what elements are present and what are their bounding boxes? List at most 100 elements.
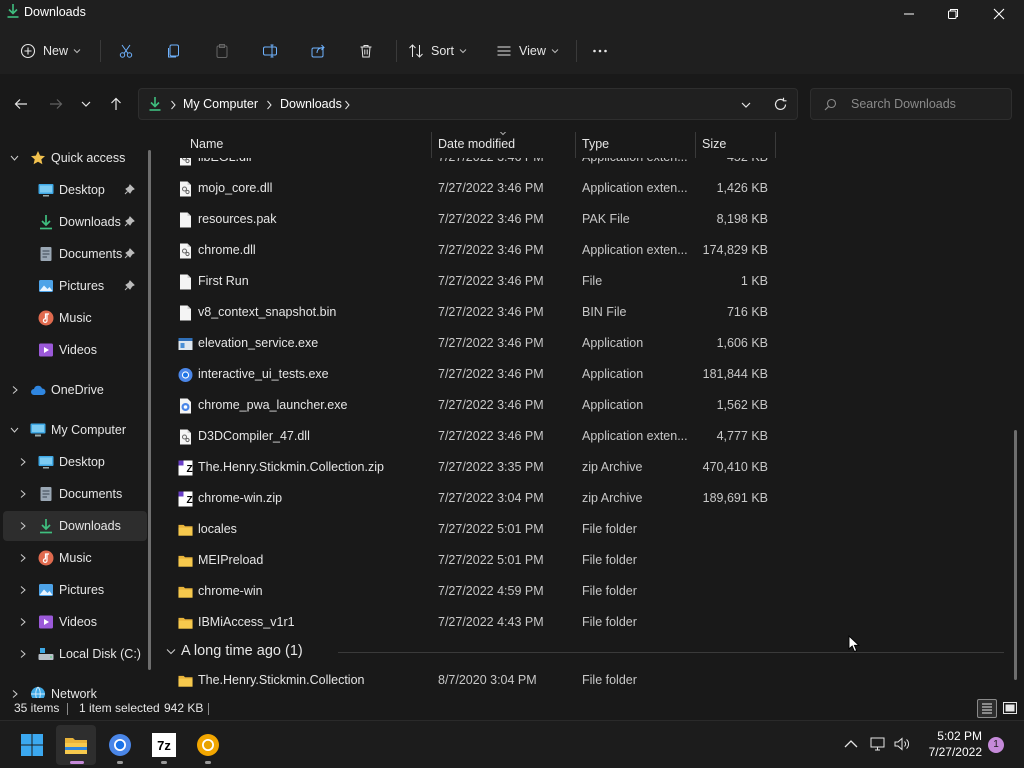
nav-quick-documents[interactable]: Documents (0, 239, 150, 269)
chevron-down-icon (459, 49, 467, 54)
column-divider[interactable] (431, 132, 432, 158)
file-row[interactable]: MEIPreload 7/27/2022 5:01 PM File folder (158, 545, 778, 576)
file-date-modified: 7/27/2022 3:46 PM (438, 305, 544, 319)
sidebar-scrollbar[interactable] (148, 150, 151, 670)
chevron-right-icon (20, 490, 26, 498)
chevron-down-icon[interactable] (739, 98, 753, 112)
share-button[interactable] (310, 36, 326, 66)
cut-button[interactable] (118, 36, 134, 66)
nav-label: Local Disk (C:) (59, 647, 141, 661)
restore-icon (948, 9, 958, 19)
file-date-modified: 7/27/2022 3:46 PM (438, 429, 544, 443)
paste-button[interactable] (214, 36, 230, 66)
copy-button[interactable] (166, 36, 182, 66)
column-type[interactable]: Type (582, 137, 609, 151)
restore-button[interactable] (930, 0, 976, 28)
file-row[interactable]: mojo_core.dll 7/27/2022 3:46 PM Applicatio… (158, 173, 778, 204)
taskbar-7zip[interactable]: 7z (144, 725, 184, 765)
taskbar-file-explorer[interactable] (56, 725, 96, 765)
clock-time[interactable]: 5:02 PM (920, 729, 982, 743)
file-row[interactable]: IBMiAccess_v1r1 7/27/2022 4:43 PM File fol… (158, 607, 778, 638)
file-date-modified: 7/27/2022 3:46 PM (438, 274, 544, 288)
taskbar-chromium[interactable] (100, 725, 140, 765)
search-input[interactable]: Search Downloads (851, 97, 956, 111)
chevron-up-icon[interactable] (842, 735, 860, 753)
column-date-modified[interactable]: Date modified (438, 137, 515, 151)
nav-pc-music[interactable]: Music (0, 543, 150, 573)
nav-quick-music[interactable]: Music (0, 303, 150, 333)
network-status-icon[interactable] (869, 735, 887, 753)
column-size[interactable]: Size (702, 137, 726, 151)
volume-icon[interactable] (893, 735, 911, 753)
column-name[interactable]: Name (190, 137, 223, 151)
nav-quick-videos[interactable]: Videos (0, 335, 150, 365)
address-bar[interactable]: My Computer Downloads (138, 88, 798, 120)
file-row[interactable]: elevation_service.exe 7/27/2022 3:46 PM Ap… (158, 328, 778, 359)
nav-onedrive[interactable]: OneDrive (0, 375, 150, 405)
column-divider[interactable] (695, 132, 696, 158)
nav-label: OneDrive (51, 383, 104, 397)
file-row[interactable]: First Run 7/27/2022 3:46 PM File 1 KB (158, 266, 778, 297)
nav-quick-desktop[interactable]: Desktop (0, 175, 150, 205)
file-row[interactable]: chrome-win 7/27/2022 4:59 PM File folder (158, 576, 778, 607)
nav-my-computer[interactable]: My Computer (0, 415, 150, 445)
file-row[interactable]: locales 7/27/2022 5:01 PM File folder (158, 514, 778, 545)
minimize-button[interactable] (886, 0, 932, 28)
breadcrumb-downloads[interactable]: Downloads (280, 97, 342, 111)
trash-icon (360, 45, 372, 58)
file-row[interactable]: D3DCompiler_47.dll 7/27/2022 3:46 PM Appli… (158, 421, 778, 452)
nav-pc-documents[interactable]: Documents (0, 479, 150, 509)
nav-pc-pictures[interactable]: Pictures (0, 575, 150, 605)
chromium-icon (178, 367, 193, 383)
pin-icon (124, 280, 135, 291)
view-label: View (519, 44, 546, 58)
nav-quick-pictures[interactable]: Pictures (0, 271, 150, 301)
file-row[interactable]: Z The.Henry.Stickmin.Collection.zip 7/27/2… (158, 452, 778, 483)
more-options-button[interactable] (592, 36, 608, 66)
file-row[interactable]: interactive_ui_tests.exe 7/27/2022 3:46 P… (158, 359, 778, 390)
nav-quick-access[interactable]: Quick access (0, 143, 150, 173)
notification-badge[interactable]: 1 (988, 737, 1004, 753)
file-row[interactable]: v8_context_snapshot.bin 7/27/2022 3:46 PM… (158, 297, 778, 328)
file-row[interactable]: chrome.dll 7/27/2022 3:46 PM Application e… (158, 235, 778, 266)
taskbar: 7z 5:02 PM 7/27/2022 1 (0, 720, 1024, 768)
search-box[interactable]: Search Downloads (810, 88, 1012, 120)
file-row[interactable]: chrome_pwa_launcher.exe 7/27/2022 3:46 PM… (158, 390, 778, 421)
nav-pc-downloads[interactable]: Downloads (3, 511, 147, 541)
file-type: File folder (582, 584, 637, 598)
tiles-view-button[interactable] (1001, 699, 1019, 718)
file-icon (178, 305, 193, 321)
close-button[interactable] (976, 0, 1022, 28)
nav-network[interactable]: Network (0, 679, 150, 698)
file-row[interactable]: resources.pak 7/27/2022 3:46 PM PAK File 8,… (158, 204, 778, 235)
chrome-canary-icon (197, 734, 219, 756)
file-row[interactable]: Zchrome-win.zip 7/27/2022 3:04 PM zip Arch… (158, 483, 778, 514)
sort-button[interactable]: Sort (408, 36, 467, 66)
rename-button[interactable] (262, 36, 278, 66)
back-button[interactable] (9, 92, 33, 116)
file-list-scrollbar[interactable] (1014, 430, 1017, 680)
breadcrumb-my-computer[interactable]: My Computer (183, 97, 258, 111)
refresh-icon[interactable] (773, 97, 788, 112)
file-row[interactable]: The.Henry.Stickmin.Collection 8/7/2020 3:… (158, 665, 778, 696)
details-view-button[interactable] (977, 699, 997, 718)
taskbar-chrome-canary[interactable] (188, 725, 228, 765)
column-divider[interactable] (575, 132, 576, 158)
forward-button[interactable] (44, 92, 68, 116)
column-divider[interactable] (775, 132, 776, 158)
new-button[interactable]: New (20, 36, 81, 66)
clock-date[interactable]: 7/27/2022 (920, 745, 982, 759)
nav-pc-videos[interactable]: Videos (0, 607, 150, 637)
nav-pc-local-disk[interactable]: Local Disk (C:) (0, 639, 150, 669)
copy-icon (168, 44, 179, 58)
nav-pc-desktop[interactable]: Desktop (0, 447, 150, 477)
view-button[interactable]: View (496, 36, 559, 66)
up-button[interactable] (104, 92, 128, 116)
start-button[interactable] (12, 725, 52, 765)
nav-quick-downloads[interactable]: Downloads (0, 207, 150, 237)
file-type: File folder (582, 553, 637, 567)
recent-locations-button[interactable] (74, 92, 98, 116)
delete-button[interactable] (358, 36, 374, 66)
group-header[interactable]: A long time ago (1) (158, 638, 1004, 666)
pictures-icon (39, 280, 53, 292)
